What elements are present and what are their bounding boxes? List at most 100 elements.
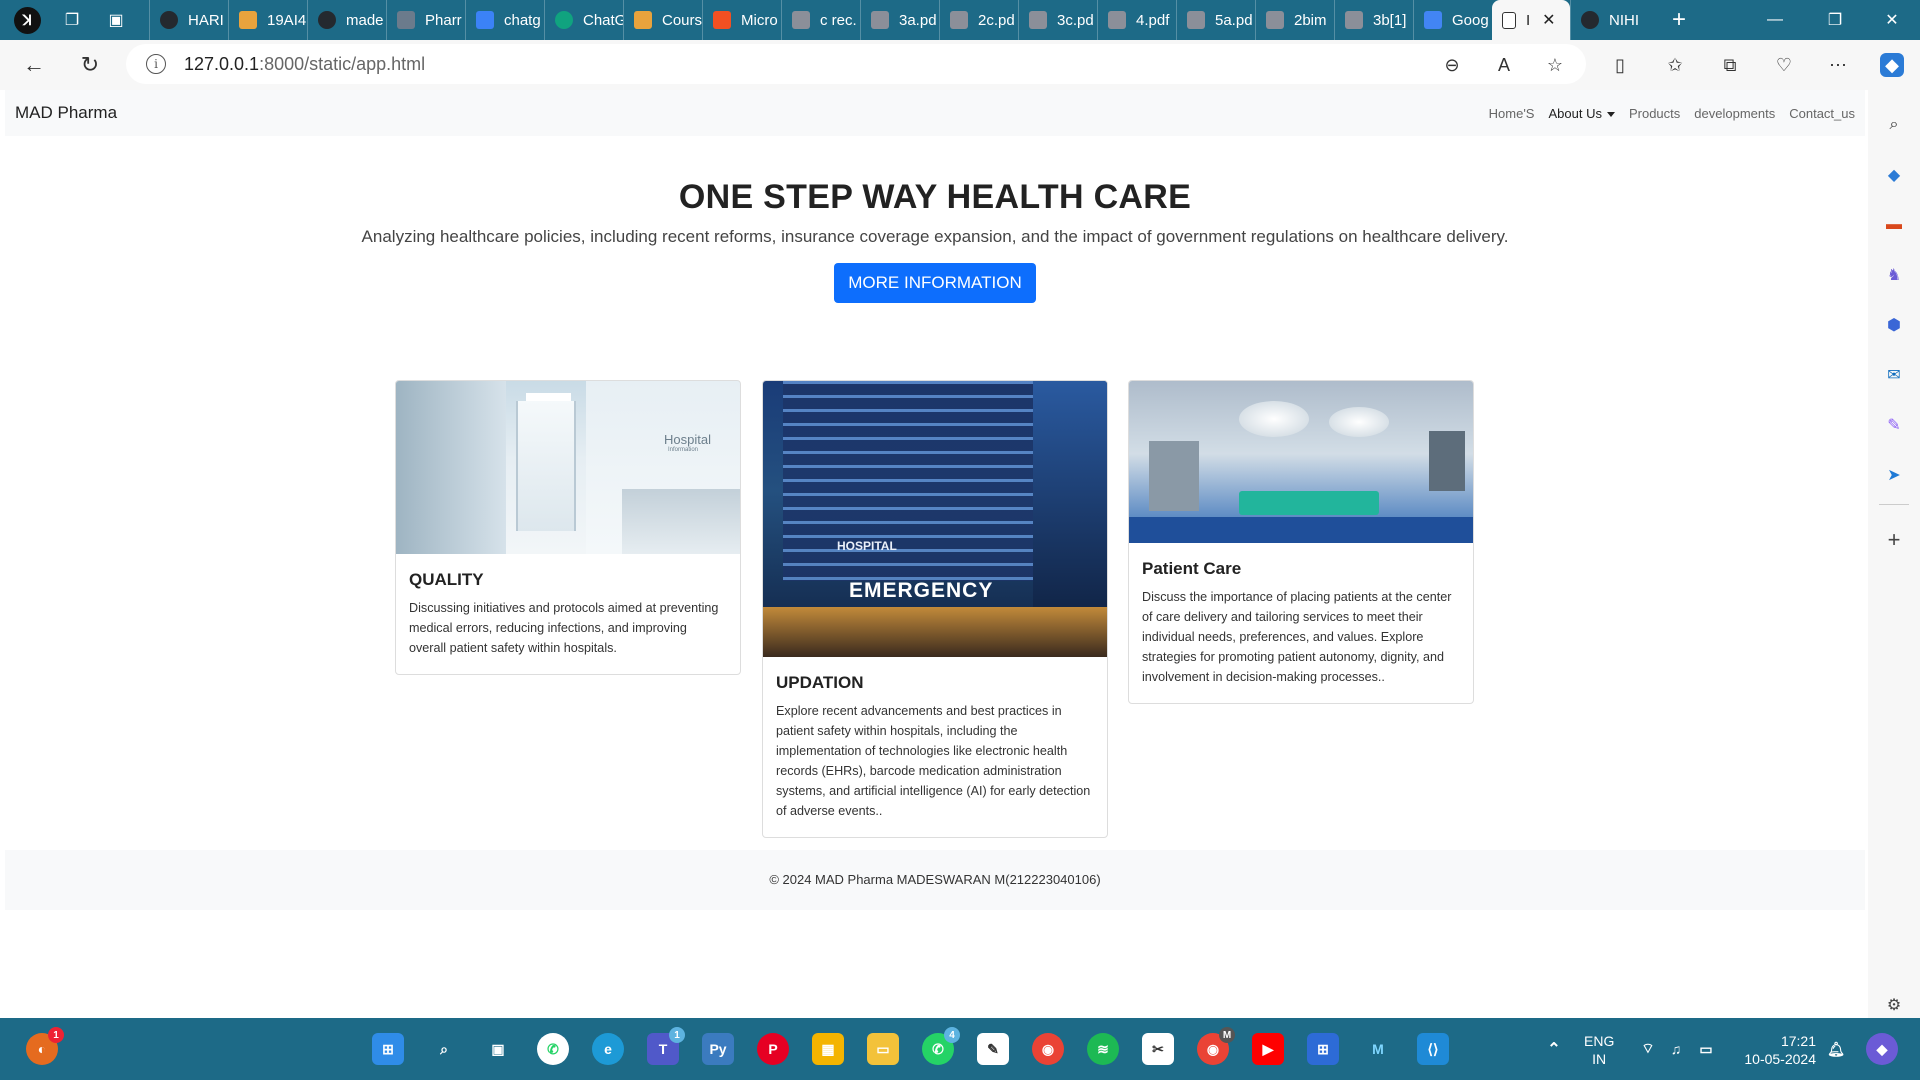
tab-1[interactable]: 19AI4 <box>228 0 307 40</box>
page-icon <box>1502 11 1516 29</box>
split-screen-icon[interactable]: ▯ <box>1608 53 1632 77</box>
brand-logo[interactable]: MAD Pharma <box>15 103 117 123</box>
tab-3[interactable]: Pharr <box>386 0 465 40</box>
copilot-taskbar-icon[interactable]: ◆ <box>1866 1033 1898 1065</box>
chevron-up-icon[interactable]: ⌃ <box>1538 1033 1570 1065</box>
games-icon[interactable]: ♞ <box>1879 260 1909 290</box>
youtube-icon[interactable]: ▶ <box>1252 1033 1284 1065</box>
vscode-icon[interactable]: ⟨⟩ <box>1417 1033 1449 1065</box>
card-grid: Hospital Information QUALITY Discussing … <box>395 380 1475 838</box>
spotify-icon[interactable]: ≋ <box>1087 1033 1119 1065</box>
microsoft-store-icon[interactable]: ⊞ <box>1307 1033 1339 1065</box>
tab-13[interactable]: 5a.pd <box>1176 0 1255 40</box>
whatsapp-icon[interactable]: ✆ <box>537 1033 569 1065</box>
profile-icon[interactable]: ꓘ <box>14 6 41 34</box>
nav-home[interactable]: Home'S <box>1489 106 1535 121</box>
course-icon <box>634 11 652 29</box>
tab-0[interactable]: HARI <box>149 0 228 40</box>
minimize-icon[interactable]: — <box>1745 0 1805 40</box>
tab-label: ChatG <box>583 11 623 29</box>
tab-14[interactable]: 2bim <box>1255 0 1334 40</box>
restore-icon[interactable]: ❐ <box>1805 0 1865 40</box>
tab-4[interactable]: chatg <box>465 0 544 40</box>
favorite-star-icon[interactable]: ☆ <box>1543 53 1567 77</box>
nav-contact[interactable]: Contact_us <box>1789 106 1855 121</box>
tab-after[interactable]: NIHI <box>1570 0 1654 40</box>
pdf-icon <box>1266 11 1284 29</box>
nav-about-dropdown[interactable]: About Us <box>1548 106 1615 121</box>
task-view-icon[interactable]: ▣ <box>482 1033 514 1065</box>
tab-active[interactable]: I ✕ <box>1492 0 1570 40</box>
app-m-icon[interactable]: M <box>1362 1033 1394 1065</box>
close-window-icon[interactable]: ✕ <box>1862 0 1920 40</box>
gear-icon[interactable]: ⚙ <box>1879 990 1909 1020</box>
tab-15[interactable]: 3b[1] <box>1334 0 1413 40</box>
tab-label: chatg <box>504 11 541 29</box>
url-text[interactable]: 127.0.0.1:8000/static/app.html <box>184 54 425 75</box>
nav-links: Home'S About Us Products developments Co… <box>1475 106 1855 121</box>
search-taskbar-icon[interactable]: ⌕ <box>428 1033 460 1065</box>
url-field[interactable]: i 127.0.0.1:8000/static/app.html <box>126 44 1586 84</box>
nav-developments[interactable]: developments <box>1694 106 1775 121</box>
card-quality: Hospital Information QUALITY Discussing … <box>395 380 741 675</box>
whatsapp-business-icon[interactable]: ✆ 4 <box>922 1027 960 1065</box>
file-explorer-icon[interactable]: ▭ <box>867 1033 899 1065</box>
tab-9[interactable]: 3a.pd <box>860 0 939 40</box>
workspaces-icon[interactable]: ❐ <box>61 9 83 31</box>
tab-6[interactable]: Cours <box>623 0 702 40</box>
add-icon[interactable]: + <box>1879 525 1909 555</box>
microsoft-icon <box>713 11 731 29</box>
tab-label: 3a.pd <box>899 11 937 29</box>
designer-icon[interactable]: ✎ <box>1879 410 1909 440</box>
search-icon[interactable]: ⌕ <box>1879 110 1909 140</box>
more-information-button[interactable]: MORE INFORMATION <box>834 263 1036 303</box>
edge-icon[interactable]: e <box>592 1033 624 1065</box>
tab-8[interactable]: c rec. <box>781 0 860 40</box>
address-bar: ← ↻ i 127.0.0.1:8000/static/app.html ⊖ A… <box>0 40 1920 90</box>
python-icon[interactable]: Py <box>702 1033 734 1065</box>
shopping-icon[interactable]: ◆ <box>1879 160 1909 190</box>
card-title: QUALITY <box>409 570 484 589</box>
collections-icon[interactable]: ⧉ <box>1718 53 1742 77</box>
system-clock[interactable]: 17:21 10-05-2024 <box>1736 1032 1816 1068</box>
tab-2[interactable]: made <box>307 0 386 40</box>
outlook-icon[interactable]: ✉ <box>1879 360 1909 390</box>
copilot-icon[interactable]: ◆ <box>1880 53 1904 77</box>
chrome-icon[interactable]: ◉ <box>1032 1033 1064 1065</box>
tab-11[interactable]: 3c.pd <box>1018 0 1097 40</box>
tab-7[interactable]: Micro <box>702 0 781 40</box>
favorites-icon[interactable]: ✩ <box>1663 53 1687 77</box>
tools-icon[interactable]: ▬ <box>1879 210 1909 240</box>
windows-start-icon[interactable]: ⊞ <box>372 1033 404 1065</box>
volume-icon[interactable]: ♫ <box>1660 1033 1692 1065</box>
tab-10[interactable]: 2c.pd <box>939 0 1018 40</box>
close-tab-icon[interactable]: ✕ <box>1542 10 1555 30</box>
tab-12[interactable]: 4.pdf <box>1097 0 1176 40</box>
refresh-icon[interactable]: ↻ <box>70 45 110 85</box>
tab-label: 3b[1] <box>1373 11 1407 29</box>
store-icon[interactable]: ▦ <box>812 1033 844 1065</box>
tab-16[interactable]: Goog <box>1413 0 1492 40</box>
battery-icon[interactable]: ▭ <box>1690 1033 1722 1065</box>
site-info-icon[interactable]: i <box>146 54 166 74</box>
settings-more-icon[interactable]: ⋯ <box>1826 53 1850 77</box>
send-icon[interactable]: ➤ <box>1879 460 1909 490</box>
notifications-icon[interactable]: 🔔︎ <box>1820 1033 1852 1065</box>
pinterest-icon[interactable]: P <box>757 1033 789 1065</box>
read-aloud-icon[interactable]: A <box>1492 53 1516 77</box>
snipping-tool-icon[interactable]: ✂ <box>1142 1033 1174 1065</box>
tab-5[interactable]: ChatG <box>544 0 623 40</box>
back-icon[interactable]: ← <box>14 45 54 85</box>
performance-icon[interactable]: ♡ <box>1772 53 1796 77</box>
card-title: Patient Care <box>1142 559 1242 578</box>
language-indicator[interactable]: ENG IN <box>1584 1032 1614 1068</box>
microsoft365-icon[interactable]: ⬢ <box>1879 310 1909 340</box>
notepad-icon[interactable]: ✎ <box>977 1033 1009 1065</box>
nav-products[interactable]: Products <box>1629 106 1680 121</box>
chrome-profile-icon[interactable]: ◉ M <box>1197 1027 1235 1065</box>
new-tab-icon[interactable]: + <box>1672 6 1686 34</box>
zoom-icon[interactable]: ⊖ <box>1440 53 1464 77</box>
teams-icon[interactable]: T1 <box>647 1027 685 1065</box>
browser-app-icon[interactable]: ◐ 1 <box>26 1027 64 1065</box>
tab-actions-icon[interactable]: ▣ <box>105 9 127 31</box>
